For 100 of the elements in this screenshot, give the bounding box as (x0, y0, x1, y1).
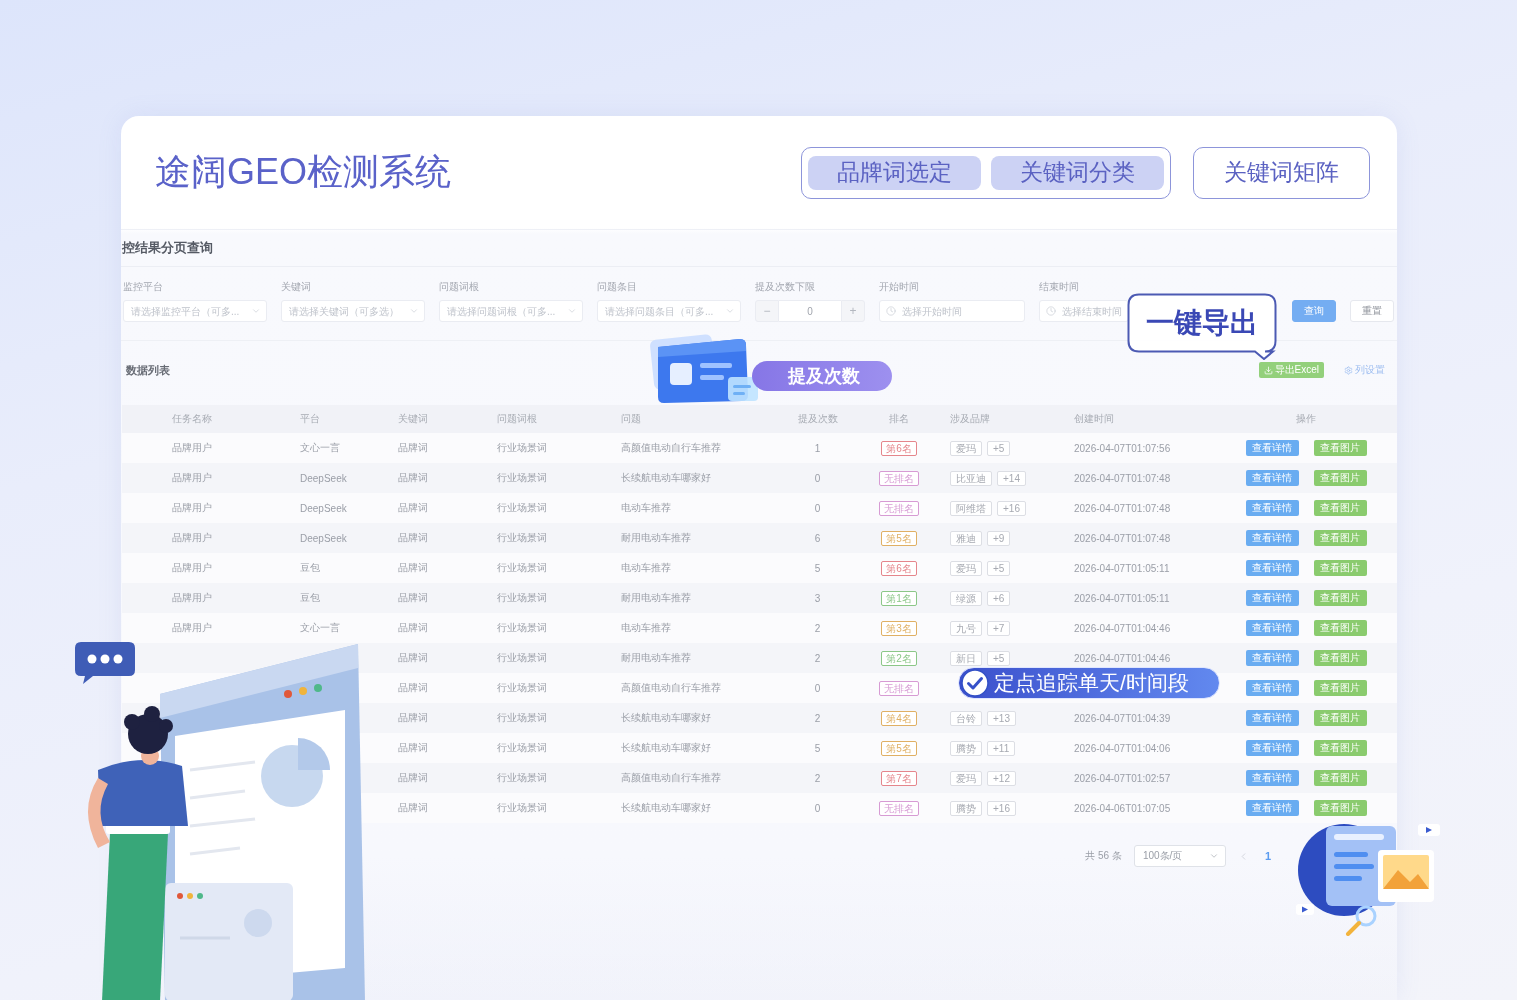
view-details-button[interactable]: 查看详情 (1245, 620, 1299, 636)
view-details-button[interactable]: 查看详情 (1245, 530, 1299, 546)
column-header: 创建时间 (1064, 405, 1215, 433)
keyword-matrix-button[interactable]: 关键词矩阵 (1193, 146, 1370, 199)
view-details-button[interactable]: 查看详情 (1245, 710, 1299, 726)
table-cell: 0 (777, 673, 858, 703)
column-header: 问题词根 (487, 405, 611, 433)
table-cell: 电动车推荐 (611, 493, 777, 523)
clock-icon (886, 306, 896, 316)
view-details-button[interactable]: 查看详情 (1245, 470, 1299, 486)
filter-label: 监控平台 (123, 281, 164, 293)
settings-icon (1344, 365, 1353, 375)
view-image-button[interactable]: 查看图片 (1313, 440, 1367, 456)
page-number[interactable]: 1 (1260, 850, 1275, 862)
table-cell: 2026-04-07T01:07:56 (1064, 433, 1215, 463)
search-button[interactable]: 查询 (1292, 300, 1336, 322)
table-cell: 品牌词 (388, 463, 487, 493)
brand-count-tag: +5 (987, 650, 1011, 666)
view-image-button[interactable]: 查看图片 (1313, 470, 1367, 486)
view-details-button[interactable]: 查看详情 (1245, 740, 1299, 756)
column-header: 平台 (290, 405, 388, 433)
view-image-button[interactable]: 查看图片 (1313, 500, 1367, 516)
tab[interactable]: 品牌词选定 (808, 155, 981, 190)
chevron-down-icon (409, 306, 419, 316)
view-details-button[interactable]: 查看详情 (1245, 650, 1299, 666)
table-cell: 行业场景词 (487, 643, 611, 673)
table-cell: 耐用电动车推荐 (611, 643, 777, 673)
table-cell: DeepSeek (290, 493, 388, 523)
rank-tag: 无排名 (879, 800, 919, 816)
table-cell: 2026-04-07T01:07:48 (1064, 463, 1215, 493)
view-image-button[interactable]: 查看图片 (1313, 800, 1367, 816)
brand-count-tag: +6 (987, 590, 1011, 606)
table-cell: 豆包 (290, 553, 388, 583)
chevron-down-icon (725, 306, 735, 316)
rank-tag: 第6名 (881, 440, 917, 456)
view-image-button[interactable]: 查看图片 (1313, 530, 1367, 546)
table-cell: 5 (777, 553, 858, 583)
table-cell: 文心一言 (290, 613, 388, 643)
brand-count-tag: +16 (997, 500, 1026, 516)
filter-label: 结束时间 (1039, 281, 1080, 293)
rank-tag: 无排名 (879, 680, 919, 696)
rank-tag: 第4名 (881, 710, 917, 726)
table-cell: 行业场景词 (487, 613, 611, 643)
table-cell: 长续航电动车哪家好 (611, 793, 777, 823)
table-cell: 文心一言 (290, 433, 388, 463)
table-cell: 品牌用户 (162, 493, 290, 523)
view-image-button[interactable]: 查看图片 (1313, 770, 1367, 786)
view-details-button[interactable]: 查看详情 (1245, 800, 1299, 816)
column-header: 问题 (611, 405, 777, 433)
table-cell: 行业场景词 (487, 583, 611, 613)
filter-label: 问题条目 (597, 281, 638, 293)
export-button[interactable]: 导出Excel (1258, 362, 1324, 378)
view-image-button[interactable]: 查看图片 (1313, 590, 1367, 606)
section-title: 控结果分页查询 (121, 230, 1397, 267)
view-image-button[interactable]: 查看图片 (1313, 740, 1367, 756)
table-cell: 品牌词 (388, 583, 487, 613)
table-cell: 品牌词 (388, 493, 487, 523)
reset-button[interactable]: 重置 (1350, 300, 1394, 322)
view-image-button[interactable]: 查看图片 (1313, 650, 1367, 666)
view-image-button[interactable]: 查看图片 (1313, 680, 1367, 696)
table-cell: 2 (777, 643, 858, 673)
table-cell: 行业场景词 (487, 523, 611, 553)
tab[interactable]: 关键词分类 (991, 155, 1164, 190)
table-cell: 耐用电动车推荐 (611, 583, 777, 613)
view-details-button[interactable]: 查看详情 (1245, 440, 1299, 456)
table-cell: DeepSeek (290, 463, 388, 493)
view-details-button[interactable]: 查看详情 (1245, 770, 1299, 786)
view-image-button[interactable]: 查看图片 (1313, 710, 1367, 726)
view-image-button[interactable]: 查看图片 (1313, 560, 1367, 576)
rank-tag: 第5名 (881, 740, 917, 756)
table-cell: 品牌词 (388, 703, 487, 733)
page-size-select[interactable]: 100条/页 (1133, 845, 1226, 867)
table-cell: 品牌词 (388, 733, 487, 763)
view-details-button[interactable]: 查看详情 (1245, 560, 1299, 576)
view-details-button[interactable]: 查看详情 (1245, 500, 1299, 516)
table-cell: 品牌用户 (162, 433, 290, 463)
section-title: 数据列表 (126, 362, 170, 378)
table-cell: 长续航电动车哪家好 (611, 463, 777, 493)
feature-label: 提及次数 (752, 361, 892, 391)
table-cell: 2026-04-07T01:04:46 (1064, 643, 1215, 673)
number-input[interactable]: 0 (779, 300, 841, 322)
chevron-down-icon (1208, 851, 1219, 861)
table-cell: 耐用电动车推荐 (611, 523, 777, 553)
table-cell: 2026-04-07T01:04:46 (1064, 613, 1215, 643)
column-settings-link[interactable]: 列设置 (1344, 363, 1385, 377)
view-details-button[interactable]: 查看详情 (1245, 680, 1299, 696)
plus-button[interactable]: + (841, 300, 865, 322)
minus-button[interactable]: − (755, 300, 779, 322)
table-cell: 行业场景词 (487, 703, 611, 733)
table-cell: 品牌词 (388, 793, 487, 823)
table-cell: 3 (777, 583, 858, 613)
column-header: 任务名称 (162, 405, 290, 433)
download-icon (1263, 365, 1273, 375)
brand-tag: 比亚迪 (950, 470, 992, 486)
view-image-button[interactable]: 查看图片 (1313, 620, 1367, 636)
table-cell: 行业场景词 (487, 763, 611, 793)
view-details-button[interactable]: 查看详情 (1245, 590, 1299, 606)
brand-tag: 阿维塔 (950, 500, 992, 516)
table-cell: 行业场景词 (487, 553, 611, 583)
table-cell: 品牌词 (388, 553, 487, 583)
